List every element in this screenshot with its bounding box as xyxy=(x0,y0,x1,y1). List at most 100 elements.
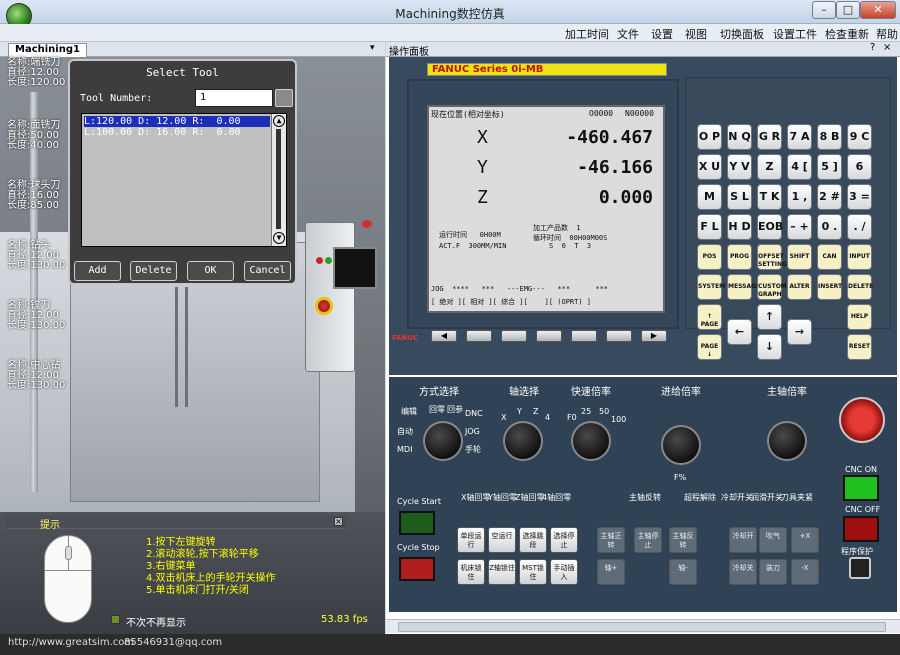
key-7-3[interactable]: 7 A xyxy=(787,124,812,150)
horizontal-scrollbar[interactable] xyxy=(386,619,900,633)
key-g-2[interactable]: G R xyxy=(757,124,782,150)
softkey-3[interactable] xyxy=(536,330,562,342)
machine-lock-button[interactable]: 机床锁住 xyxy=(457,559,485,585)
cursor-down-key[interactable]: ↓ xyxy=(757,334,782,360)
key-can[interactable]: CAN xyxy=(817,244,842,270)
cursor-up-key[interactable]: ↑ xyxy=(757,304,782,330)
key-t-14[interactable]: T K xyxy=(757,184,782,210)
key-x-6[interactable]: X U xyxy=(697,154,722,180)
dont-show-checkbox[interactable] xyxy=(111,615,120,624)
mst-lock-button[interactable]: MST锁住 xyxy=(519,559,547,585)
optional-stop-button[interactable]: 选择停止 xyxy=(550,527,578,553)
jog-axis-plus-button[interactable]: 轴+ xyxy=(597,559,625,585)
key--23[interactable]: . / xyxy=(847,214,872,240)
menu-view[interactable]: 视图 xyxy=(685,26,707,42)
scroll-down-icon[interactable]: ▼ xyxy=(273,232,285,244)
key-8-4[interactable]: 8 B xyxy=(817,124,842,150)
cursor-right-key[interactable]: → xyxy=(787,319,812,345)
softkey-5[interactable] xyxy=(606,330,632,342)
dry-run-button[interactable]: 空运行 xyxy=(488,527,516,553)
page-up-key[interactable]: ↑ PAGE xyxy=(697,304,722,330)
jog-axis-minus-button[interactable]: 轴- xyxy=(669,559,697,585)
softkey-right-arrow[interactable]: ▶ xyxy=(641,330,667,342)
softkey-2[interactable] xyxy=(501,330,527,342)
key-alter[interactable]: ALTER xyxy=(787,274,812,300)
scrollbar-thumb[interactable] xyxy=(398,622,886,632)
menu-help[interactable]: 帮助 xyxy=(876,26,898,42)
air-blow-button[interactable]: 吹气 xyxy=(759,527,787,553)
scroll-up-icon[interactable]: ▲ xyxy=(273,115,285,127)
menu-machining-time[interactable]: 加工时间 xyxy=(565,26,609,42)
key-message[interactable]: MESSAGE xyxy=(727,274,760,300)
softkey-left-arrow[interactable]: ◀ xyxy=(431,330,457,342)
emergency-stop-button[interactable] xyxy=(839,397,885,443)
key-shift[interactable]: SHIFT xyxy=(787,244,812,270)
menu-settings[interactable]: 设置 xyxy=(651,26,673,42)
mode-select-knob[interactable] xyxy=(423,421,463,461)
coolant-on-button[interactable]: 冷却开 xyxy=(729,527,757,553)
key-pos[interactable]: POS xyxy=(697,244,722,270)
key-s-13[interactable]: S L xyxy=(727,184,752,210)
coolant-off-button[interactable]: 冷却关 xyxy=(729,559,757,585)
pane-dropdown-icon[interactable]: ▾ xyxy=(370,43,375,53)
block-skip-button[interactable]: 选择跳段 xyxy=(519,527,547,553)
key-1-15[interactable]: 1 , xyxy=(787,184,812,210)
key-prog[interactable]: PROG xyxy=(727,244,752,270)
spindle-reverse-button[interactable]: 主轴反转 xyxy=(669,527,697,553)
single-block-button[interactable]: 单段运行 xyxy=(457,527,485,553)
feed-override-knob[interactable] xyxy=(661,425,701,465)
key-5-10[interactable]: 5 ] xyxy=(817,154,842,180)
key-input[interactable]: INPUT xyxy=(847,244,872,270)
tab-machining1[interactable]: Machining1 xyxy=(8,43,87,57)
delete-tool-button[interactable]: Delete xyxy=(130,261,177,281)
tool-number-dropdown-button[interactable] xyxy=(275,89,293,107)
help-key[interactable]: HELP xyxy=(847,304,872,330)
cnc-off-button[interactable] xyxy=(843,516,879,542)
spindle-stop-button[interactable]: 主轴停止 xyxy=(634,527,662,553)
key-system[interactable]: SYSTEM xyxy=(697,274,725,300)
tool-number-input[interactable]: 1 xyxy=(195,89,273,107)
website-url[interactable]: http://www.greatsim.com xyxy=(8,637,134,648)
z-axis-lock-button[interactable]: Z轴锁住 xyxy=(488,559,516,585)
key-3-17[interactable]: 3 = xyxy=(847,184,872,210)
softkey-4[interactable] xyxy=(571,330,597,342)
menu-set-workpiece[interactable]: 设置工件 xyxy=(773,26,817,42)
key-m-12[interactable]: M xyxy=(697,184,722,210)
key-h-19[interactable]: H D xyxy=(727,214,752,240)
key-o-0[interactable]: O P xyxy=(697,124,722,150)
key-0-22[interactable]: 0 . xyxy=(817,214,842,240)
tool-list-scrollbar[interactable]: ▲ ▼ xyxy=(271,114,286,246)
add-tool-button[interactable]: Add xyxy=(74,261,121,281)
menu-check[interactable]: 检查重新 xyxy=(825,26,869,42)
spindle-override-knob[interactable] xyxy=(767,421,807,461)
key-n-1[interactable]: N Q xyxy=(727,124,752,150)
scroll-thumb[interactable] xyxy=(276,129,281,229)
key-z-8[interactable]: Z W xyxy=(757,154,782,197)
key-eob-20[interactable]: EOB E xyxy=(757,214,783,257)
cursor-left-key[interactable]: ← xyxy=(727,319,752,345)
reset-key[interactable]: RESET xyxy=(847,334,872,360)
minus-x-button[interactable]: -X xyxy=(791,559,819,585)
key--21[interactable]: – + xyxy=(787,214,812,240)
page-down-key[interactable]: PAGE ↓ xyxy=(697,334,722,360)
key-2-16[interactable]: 2 # xyxy=(817,184,842,210)
key-offset-setting[interactable]: OFFSET SETTING xyxy=(757,244,787,270)
program-protect-key-icon[interactable] xyxy=(849,557,871,579)
key-4-9[interactable]: 4 [ xyxy=(787,154,812,180)
pendant-estop-button[interactable] xyxy=(315,297,333,315)
rapid-override-knob[interactable] xyxy=(571,421,611,461)
menu-switch-panel[interactable]: 切换面板 xyxy=(720,26,764,42)
manual-insert-button[interactable]: 手动插入 xyxy=(550,559,578,585)
cycle-stop-button[interactable] xyxy=(399,557,435,581)
ok-button[interactable]: OK xyxy=(187,261,234,281)
key-y-7[interactable]: Y V xyxy=(727,154,752,180)
plus-x-button[interactable]: +X xyxy=(791,527,819,553)
softkey-1[interactable] xyxy=(466,330,492,342)
key-6-11[interactable]: 6 SP xyxy=(847,154,872,197)
spindle-forward-button[interactable]: 主轴正转 xyxy=(597,527,625,553)
maximize-button[interactable]: □ xyxy=(836,1,860,19)
panel-close-icon[interactable]: × xyxy=(883,42,891,53)
tool-list-row[interactable]: L:100.00 D: 16.00 R: 0.00 xyxy=(84,127,270,138)
key-custom-graph[interactable]: CUSTOM GRAPH xyxy=(757,274,787,300)
key-9-5[interactable]: 9 C xyxy=(847,124,872,150)
